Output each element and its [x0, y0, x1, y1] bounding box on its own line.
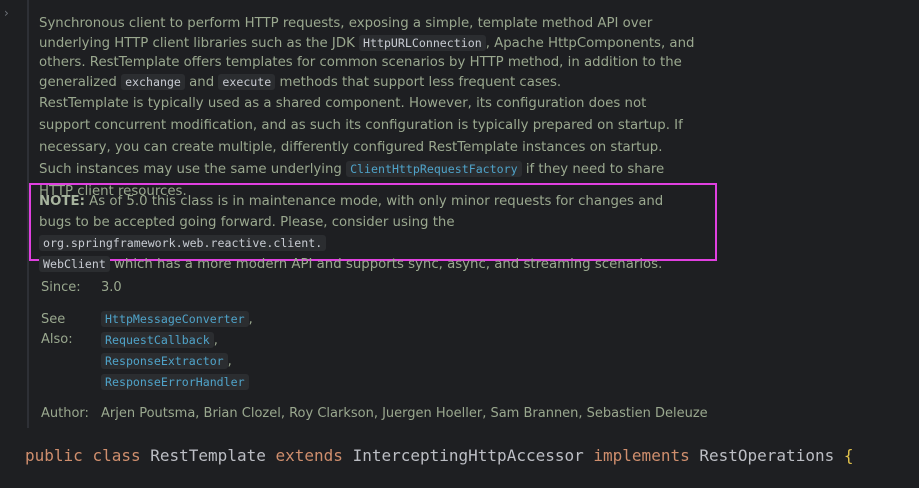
note-label: NOTE: [39, 194, 85, 209]
code-exchange: exchange [121, 73, 185, 90]
since-label: Since: [41, 280, 81, 295]
link-client-http-request-factory[interactable]: ClientHttpRequestFactory [346, 160, 522, 177]
see-also-item: ResponseExtractor, [101, 351, 253, 372]
author-value: Arjen Poutsma, Brian Clozel, Roy Clarkso… [101, 406, 708, 421]
keyword-implements: implements [593, 446, 690, 465]
class-declaration[interactable]: public class RestTemplate extends Interc… [25, 444, 854, 468]
link-response-extractor[interactable]: ResponseExtractor [101, 353, 228, 369]
doc-paragraph-1: Synchronous client to perform HTTP reque… [39, 16, 695, 90]
code-http-url-connection: HttpURLConnection [359, 34, 486, 51]
open-brace: { [843, 446, 854, 465]
interface-name: RestOperations [699, 446, 835, 465]
keyword-class: class [92, 446, 141, 465]
author-label: Author: [41, 406, 89, 421]
code-webclient: WebClient [39, 256, 110, 272]
code-execute: execute [218, 73, 276, 90]
chevron-right-icon[interactable]: › [4, 4, 9, 22]
link-response-error-handler[interactable]: ResponseErrorHandler [101, 374, 249, 390]
javadoc-description: Synchronous client to perform HTTP reque… [39, 14, 699, 202]
superclass-name: InterceptingHttpAccessor [352, 446, 584, 465]
see-also-list: HttpMessageConverter, RequestCallback, R… [101, 309, 253, 393]
link-http-message-converter[interactable]: HttpMessageConverter [101, 311, 249, 327]
since-value: 3.0 [101, 280, 122, 295]
maintenance-note: NOTE: As of 5.0 this class is in mainten… [39, 194, 664, 272]
code-webclient-package: org.springframework.web.reactive.client. [39, 235, 327, 251]
keyword-public: public [25, 446, 83, 465]
class-name: RestTemplate [150, 446, 266, 465]
see-also-item: RequestCallback, [101, 330, 253, 351]
keyword-extends: extends [275, 446, 343, 465]
link-request-callback[interactable]: RequestCallback [101, 332, 214, 348]
see-also-item: ResponseErrorHandler [101, 372, 253, 393]
see-also-label: See Also: [41, 312, 73, 347]
see-also-item: HttpMessageConverter, [101, 309, 253, 330]
